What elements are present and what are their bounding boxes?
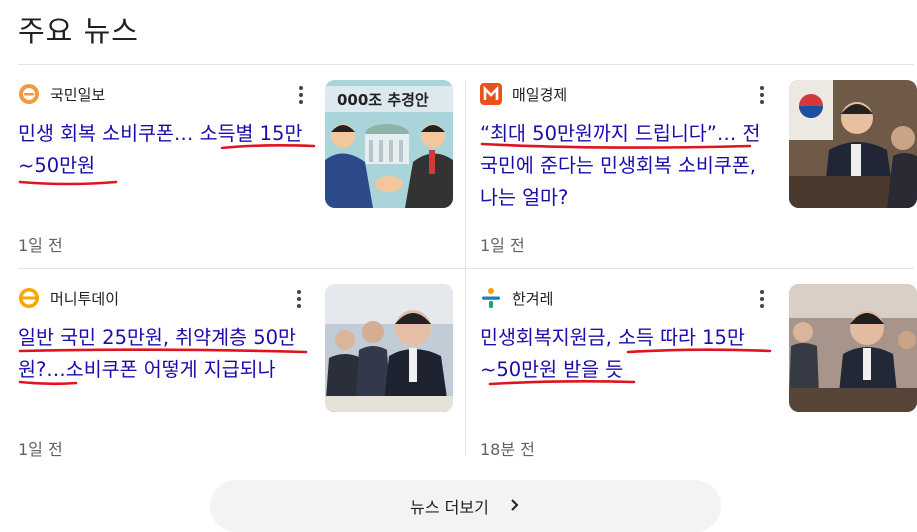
chevron-right-icon [509,497,521,516]
publish-time: 1일 전 [18,236,63,255]
publish-time: 1일 전 [480,236,525,255]
more-options-button[interactable] [291,82,311,108]
more-options-button[interactable] [752,286,772,312]
headline-highlight[interactable]: “최대 50만원까지 드립니다”… [480,122,736,145]
more-vert-icon [760,86,764,104]
more-options-button[interactable] [289,286,309,312]
headline-link[interactable]: 일반 국민 25만원, 취약계층 50만원?…소비쿠폰 어떻게 지급되나 [18,322,310,386]
news-card[interactable]: 매일경제 “최대 50만원까지 드립니다”… 전국민에 준다는 민생회복 소비쿠… [480,80,917,270]
divider-top [18,64,914,65]
news-card[interactable]: 머니투데이 일반 국민 25만원, 취약계층 50만원?…소비쿠폰 어떻게 지급… [18,284,454,474]
kukmin-logo-icon [18,83,40,105]
more-vert-icon [299,86,303,104]
more-news-button[interactable]: 뉴스 더보기 [210,480,721,532]
news-thumbnail[interactable]: 000조 추경안 [325,80,453,208]
source-name: 국민일보 [50,85,106,104]
hankyoreh-logo-icon [480,287,502,309]
moneytoday-logo-icon [18,287,40,309]
news-source: 매일경제 [480,82,567,106]
news-thumbnail[interactable] [789,284,917,412]
section-title: 주요 뉴스 [18,14,139,48]
news-card[interactable]: 한겨레 민생회복지원금, 소득 따라 15만~50만원 받을 듯 18분 전 [480,284,917,474]
headline-text[interactable]: 민생회복지원금, [480,326,618,349]
more-news-label: 뉴스 더보기 [410,498,489,517]
source-name: 한겨레 [512,289,554,308]
maeil-logo-icon [480,83,502,105]
news-source: 머니투데이 [18,286,119,310]
news-source: 국민일보 [18,82,105,106]
headline-text[interactable]: 민생 회복 소비쿠폰… [18,122,200,145]
news-thumbnail[interactable] [789,80,917,208]
publish-time: 1일 전 [18,440,63,459]
news-card[interactable]: 국민일보 민생 회복 소비쿠폰… 소득별 15만~50만원 1일 전 000조 … [18,80,454,270]
source-name: 머니투데이 [50,289,120,308]
divider-vertical [465,80,466,456]
headline-link[interactable]: 민생회복지원금, 소득 따라 15만~50만원 받을 듯 [480,322,772,386]
source-name: 매일경제 [512,85,568,104]
headline-link[interactable]: “최대 50만원까지 드립니다”… 전국민에 준다는 민생회복 소비쿠폰, 나는… [480,118,772,214]
more-vert-icon [760,290,764,308]
headline-link[interactable]: 민생 회복 소비쿠폰… 소득별 15만~50만원 [18,118,310,182]
publish-time: 18분 전 [480,440,535,459]
thumbnail-caption: 000조 추경안 [337,91,429,109]
news-source: 한겨레 [480,286,553,310]
news-thumbnail[interactable] [325,284,453,412]
more-options-button[interactable] [752,82,772,108]
headline-text[interactable]: …소비쿠폰 어떻게 지급되나 [46,358,275,381]
more-vert-icon [297,290,301,308]
